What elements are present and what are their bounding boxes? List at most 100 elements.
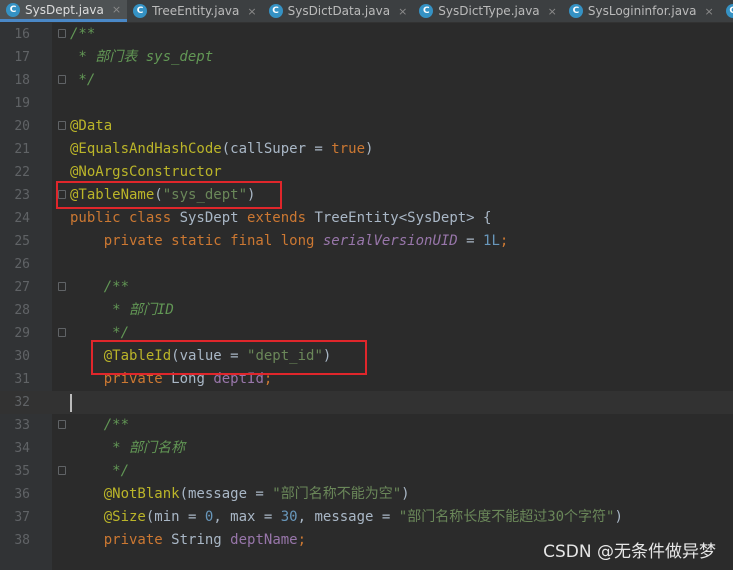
fold-icon[interactable]: [58, 29, 66, 38]
code-text: /**: [70, 276, 129, 299]
code-token: ): [365, 141, 374, 157]
code-token: @NotBlank: [70, 486, 180, 502]
class-icon: C: [568, 4, 583, 18]
close-icon[interactable]: ×: [247, 5, 256, 18]
code-line[interactable]: 36 @NotBlank(message = "部门名称不能为空"): [0, 483, 733, 506]
code-line[interactable]: 26: [0, 253, 733, 276]
line-number: 33: [14, 418, 30, 433]
code-token: (message =: [179, 486, 273, 502]
code-line[interactable]: 17 * 部门表 sys_dept: [0, 46, 733, 69]
code-line[interactable]: 32: [0, 391, 733, 414]
code-line[interactable]: 28 * 部门ID: [0, 299, 733, 322]
code-token: @EqualsAndHashCode: [70, 141, 222, 157]
tab-label: SysDictData.java: [287, 4, 391, 18]
tab-sysdept-java[interactable]: C SysDept.java ×: [0, 0, 128, 22]
code-token: (min =: [145, 509, 205, 525]
code-token: deptName: [230, 532, 298, 548]
code-text: @Data: [70, 115, 112, 138]
code-text: @EqualsAndHashCode(callSuper = true): [70, 138, 373, 161]
code-line[interactable]: 33 /**: [0, 414, 733, 437]
code-token: ): [614, 509, 623, 525]
close-icon[interactable]: ×: [705, 5, 714, 18]
fold-icon[interactable]: [58, 75, 66, 84]
line-number: 36: [14, 487, 30, 502]
close-icon[interactable]: ×: [398, 5, 407, 18]
code-line[interactable]: 37 @Size(min = 0, max = 30, message = "部…: [0, 506, 733, 529]
code-token: @NoArgsConstructor: [70, 164, 222, 180]
code-token: 30: [280, 509, 298, 525]
code-line[interactable]: 34 * 部门名称: [0, 437, 733, 460]
fold-icon[interactable]: [58, 420, 66, 429]
class-icon: C: [133, 4, 148, 18]
fold-icon[interactable]: [58, 121, 66, 130]
code-token: (callSuper =: [221, 141, 332, 157]
line-number: 22: [14, 165, 30, 180]
tab-label: TreeEntity.java: [152, 4, 240, 18]
line-number: 29: [14, 326, 30, 341]
code-line[interactable]: 16 /**: [0, 23, 733, 46]
code-text: @Size(min = 0, max = 30, message = "部门名称…: [70, 506, 623, 529]
tab-label: SysDictType.java: [438, 4, 540, 18]
code-token: */: [70, 463, 130, 479]
code-text: * 部门表 sys_dept: [70, 46, 213, 69]
code-token: , max =: [213, 509, 281, 525]
code-token: "部门名称长度不能超过30个字符": [398, 509, 615, 525]
tab-treeentity-java[interactable]: C TreeEntity.java ×: [127, 0, 263, 22]
tab-s[interactable]: CS: [720, 0, 733, 22]
tab-syslogininfor-java[interactable]: C SysLogininfor.java ×: [563, 0, 720, 22]
code-token: public class: [70, 210, 180, 226]
code-token: @Data: [70, 118, 113, 134]
code-text: * 部门名称: [70, 437, 185, 460]
fold-icon[interactable]: [58, 282, 66, 291]
line-number: 19: [14, 96, 30, 111]
tab-sysdictdata-java[interactable]: C SysDictData.java ×: [263, 0, 414, 22]
code-token: "部门名称不能为空": [272, 486, 402, 502]
line-number: 21: [14, 142, 30, 157]
fold-icon[interactable]: [58, 328, 66, 337]
code-editor[interactable]: 16/** 17 * 部门表 sys_dept 18 */19 20 @Data 21 @E…: [0, 22, 733, 570]
tab-label: SysLogininfor.java: [587, 4, 697, 18]
code-token: /**: [70, 279, 130, 295]
code-token: extends: [247, 210, 315, 226]
code-token: /**: [70, 417, 130, 433]
line-number: 31: [14, 372, 30, 387]
close-icon[interactable]: ×: [548, 5, 557, 18]
code-line[interactable]: 24 public class SysDept extends TreeEntit…: [0, 207, 733, 230]
code-line[interactable]: 21 @EqualsAndHashCode(callSuper = true): [0, 138, 733, 161]
line-number: 37: [14, 510, 30, 525]
code-token: */: [70, 72, 96, 88]
code-token: private static final long: [70, 233, 323, 249]
line-number: 18: [14, 73, 30, 88]
code-line[interactable]: 25 private static final long serialVersi…: [0, 230, 733, 253]
code-line[interactable]: 18 */: [0, 69, 733, 92]
code-text: private String deptName;: [70, 529, 306, 552]
fold-icon[interactable]: [58, 466, 66, 475]
code-text: /**: [70, 23, 95, 46]
line-number: 25: [14, 234, 30, 249]
class-icon: C: [419, 4, 434, 18]
tab-label: SysDept.java: [25, 2, 104, 17]
code-token: * 部门ID: [70, 302, 174, 318]
code-token: , message =: [297, 509, 399, 525]
line-number: 23: [14, 188, 30, 203]
code-token: * 部门名称: [70, 440, 186, 456]
code-line[interactable]: 35 */: [0, 460, 733, 483]
code-text: */: [70, 69, 95, 92]
code-token: true: [331, 141, 366, 157]
highlight-box-tableid: [91, 340, 367, 375]
code-token: =: [457, 233, 484, 249]
code-line[interactable]: 27 /**: [0, 276, 733, 299]
line-number: 20: [14, 119, 30, 134]
line-number: 34: [14, 441, 30, 456]
close-icon[interactable]: ×: [112, 3, 121, 16]
highlight-box-tablename: [56, 181, 282, 209]
code-token: ;: [499, 233, 509, 249]
tab-sysdicttype-java[interactable]: C SysDictType.java ×: [413, 0, 563, 22]
code-line[interactable]: 20 @Data: [0, 115, 733, 138]
code-token: * 部门表 sys_dept: [70, 49, 214, 65]
code-text: @NotBlank(message = "部门名称不能为空"): [70, 483, 410, 506]
watermark: CSDN @无条件做异梦: [543, 542, 716, 562]
code-token: 1L: [483, 233, 500, 249]
code-line[interactable]: 19: [0, 92, 733, 115]
code-token: TreeEntity<SysDept> {: [314, 210, 492, 226]
